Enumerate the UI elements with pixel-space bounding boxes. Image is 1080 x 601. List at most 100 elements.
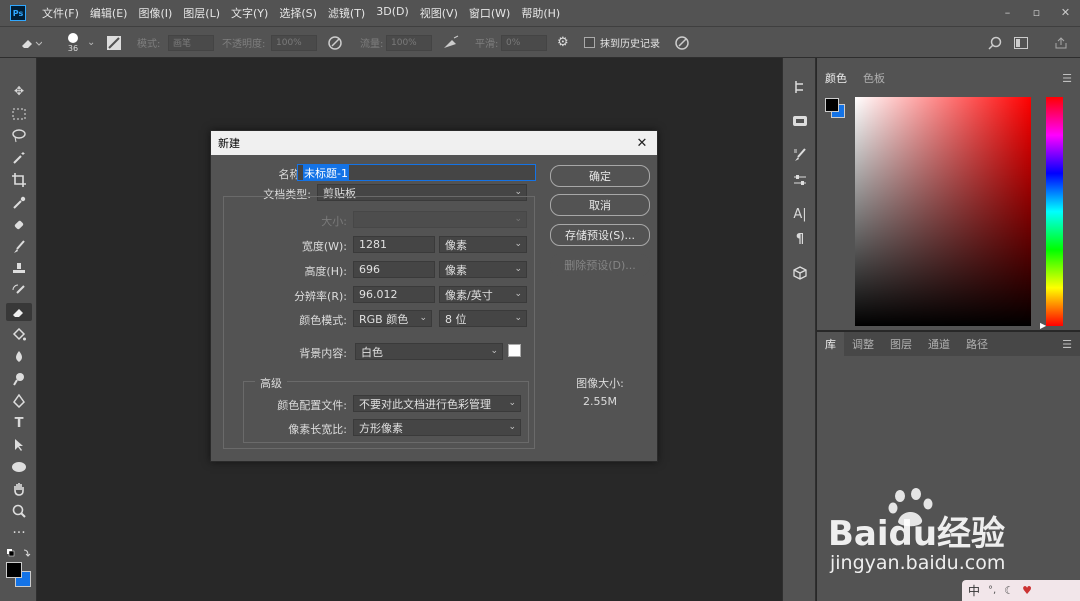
tab-adjustments[interactable]: 调整 bbox=[844, 332, 882, 356]
dodge-tool-icon[interactable] bbox=[9, 370, 29, 388]
blur-tool-icon[interactable] bbox=[9, 348, 29, 366]
opacity-input[interactable]: 100% bbox=[271, 34, 317, 51]
share-icon[interactable] bbox=[1054, 27, 1068, 58]
eraser-tool-icon[interactable] bbox=[6, 303, 32, 321]
mode-select[interactable]: 画笔 bbox=[168, 34, 214, 51]
character-panel-icon[interactable]: A| bbox=[792, 206, 808, 222]
tab-channels[interactable]: 通道 bbox=[920, 332, 958, 356]
healing-brush-tool-icon[interactable] bbox=[9, 216, 29, 234]
height-input[interactable]: 696 bbox=[353, 261, 435, 278]
flow-input[interactable]: 100% bbox=[386, 34, 432, 51]
smooth-label: 平滑: bbox=[475, 39, 499, 50]
close-icon[interactable]: ✕ bbox=[635, 135, 649, 151]
libraries-panel-menu-icon[interactable]: ☰ bbox=[1062, 338, 1072, 351]
pen-tool-icon[interactable] bbox=[9, 392, 29, 410]
color-profile-select[interactable]: 不要对此文档进行色彩管理 ⌄ bbox=[353, 395, 521, 412]
eraser-preset-icon[interactable] bbox=[20, 27, 42, 58]
tab-libraries[interactable]: 库 bbox=[817, 332, 844, 356]
hue-slider[interactable] bbox=[1046, 97, 1063, 326]
hand-tool-icon[interactable] bbox=[9, 480, 29, 498]
type-tool-icon[interactable]: T bbox=[9, 414, 29, 432]
tab-color[interactable]: 颜色 bbox=[817, 68, 855, 88]
history-brush-tool-icon[interactable] bbox=[9, 282, 29, 300]
clone-stamp-tool-icon[interactable] bbox=[9, 260, 29, 278]
menu-image[interactable]: 图像(I) bbox=[138, 5, 172, 21]
dialog-title-bar: 新建 bbox=[211, 131, 657, 155]
color-profile-value: 不要对此文档进行色彩管理 bbox=[359, 397, 491, 411]
brush-settings-panel-icon[interactable] bbox=[792, 147, 808, 163]
pixel-aspect-select[interactable]: 方形像素 ⌄ bbox=[353, 419, 521, 436]
window-controls: – ▫ ✕ bbox=[993, 0, 1080, 24]
search-icon[interactable] bbox=[988, 27, 1002, 58]
pressure-size-icon[interactable] bbox=[674, 27, 690, 58]
color-mode-select[interactable]: RGB 颜色 ⌄ bbox=[353, 310, 432, 327]
restore-button[interactable]: ▫ bbox=[1022, 0, 1051, 24]
paint-bucket-tool-icon[interactable] bbox=[9, 326, 29, 344]
name-input[interactable]: 未标题-1 bbox=[297, 164, 536, 181]
background-color-preview[interactable] bbox=[508, 344, 521, 357]
cancel-button[interactable]: 取消 bbox=[550, 194, 650, 216]
panel-foreground-swatch[interactable] bbox=[825, 98, 839, 112]
eyedropper-tool-icon[interactable] bbox=[9, 194, 29, 212]
image-size-value: 2.55M bbox=[583, 395, 617, 408]
chevron-down-icon[interactable]: ⌄ bbox=[87, 27, 95, 58]
ime-punctuation-icon[interactable]: °, bbox=[988, 585, 996, 596]
menu-select[interactable]: 选择(S) bbox=[279, 5, 317, 21]
marquee-tool-icon[interactable] bbox=[9, 105, 29, 123]
tab-paths[interactable]: 路径 bbox=[958, 332, 996, 356]
adjustments-panel-icon[interactable] bbox=[792, 172, 808, 188]
ok-button[interactable]: 确定 bbox=[550, 165, 650, 187]
ime-moon-icon[interactable]: ☾ bbox=[1004, 584, 1014, 597]
path-selection-tool-icon[interactable] bbox=[9, 436, 29, 454]
ellipse-tool-icon[interactable] bbox=[9, 458, 29, 476]
paragraph-panel-icon[interactable]: ¶ bbox=[792, 231, 808, 247]
brush-settings-icon[interactable] bbox=[106, 27, 122, 58]
foreground-color-swatch[interactable] bbox=[6, 562, 22, 578]
ime-language[interactable]: 中 bbox=[968, 582, 980, 599]
brush-size-picker[interactable]: 36 bbox=[66, 27, 80, 58]
airbrush-icon[interactable] bbox=[442, 27, 460, 58]
menu-file[interactable]: 文件(F) bbox=[42, 5, 79, 21]
menu-layer[interactable]: 图层(L) bbox=[183, 5, 220, 21]
close-button[interactable]: ✕ bbox=[1051, 0, 1080, 24]
lasso-tool-icon[interactable] bbox=[9, 127, 29, 145]
ime-skin-icon[interactable]: ♥ bbox=[1022, 584, 1032, 597]
magic-wand-tool-icon[interactable] bbox=[9, 149, 29, 167]
minimize-button[interactable]: – bbox=[993, 0, 1022, 24]
menu-filter[interactable]: 滤镜(T) bbox=[328, 5, 365, 21]
menu-type[interactable]: 文字(Y) bbox=[231, 5, 268, 21]
menu-window[interactable]: 窗口(W) bbox=[469, 5, 510, 21]
bit-depth-select[interactable]: 8 位 ⌄ bbox=[439, 310, 527, 327]
zoom-tool-icon[interactable] bbox=[9, 502, 29, 520]
resolution-input[interactable]: 96.012 bbox=[353, 286, 435, 303]
more-tools-icon[interactable]: ··· bbox=[9, 524, 29, 542]
save-preset-button[interactable]: 存储预设(S)... bbox=[550, 224, 650, 246]
color-panel-menu-icon[interactable]: ☰ bbox=[1062, 72, 1072, 85]
crop-tool-icon[interactable] bbox=[9, 171, 29, 189]
default-colors-icon[interactable] bbox=[6, 548, 32, 560]
pressure-opacity-icon[interactable] bbox=[327, 27, 343, 58]
tab-swatches[interactable]: 色板 bbox=[855, 68, 893, 88]
menu-3d[interactable]: 3D(D) bbox=[376, 5, 409, 21]
width-input[interactable]: 1281 bbox=[353, 236, 435, 253]
erase-history-checkbox[interactable] bbox=[584, 27, 595, 58]
resolution-unit-select[interactable]: 像素/英寸 ⌄ bbox=[439, 286, 527, 303]
background-content-select[interactable]: 白色 ⌄ bbox=[355, 343, 503, 360]
move-tool-icon[interactable]: ✥ bbox=[9, 82, 29, 100]
height-unit-select[interactable]: 像素 ⌄ bbox=[439, 261, 527, 278]
width-unit-select[interactable]: 像素 ⌄ bbox=[439, 236, 527, 253]
menu-view[interactable]: 视图(V) bbox=[420, 5, 458, 21]
properties-panel-icon[interactable] bbox=[792, 113, 808, 129]
hue-slider-handle[interactable]: ▶ bbox=[1040, 321, 1046, 330]
menu-edit[interactable]: 编辑(E) bbox=[90, 5, 128, 21]
menu-help[interactable]: 帮助(H) bbox=[521, 5, 560, 21]
tab-layers[interactable]: 图层 bbox=[882, 332, 920, 356]
3d-panel-icon[interactable] bbox=[792, 265, 808, 281]
history-panel-icon[interactable] bbox=[792, 79, 808, 95]
smooth-input[interactable]: 0% bbox=[501, 34, 547, 51]
brush-tool-icon[interactable] bbox=[9, 238, 29, 256]
libraries-panel-tabs: 库 调整 图层 通道 路径 ☰ bbox=[817, 332, 1080, 356]
workspace-icon[interactable] bbox=[1014, 27, 1028, 58]
gear-icon[interactable]: ⚙ bbox=[557, 27, 569, 58]
color-field[interactable] bbox=[855, 97, 1031, 326]
